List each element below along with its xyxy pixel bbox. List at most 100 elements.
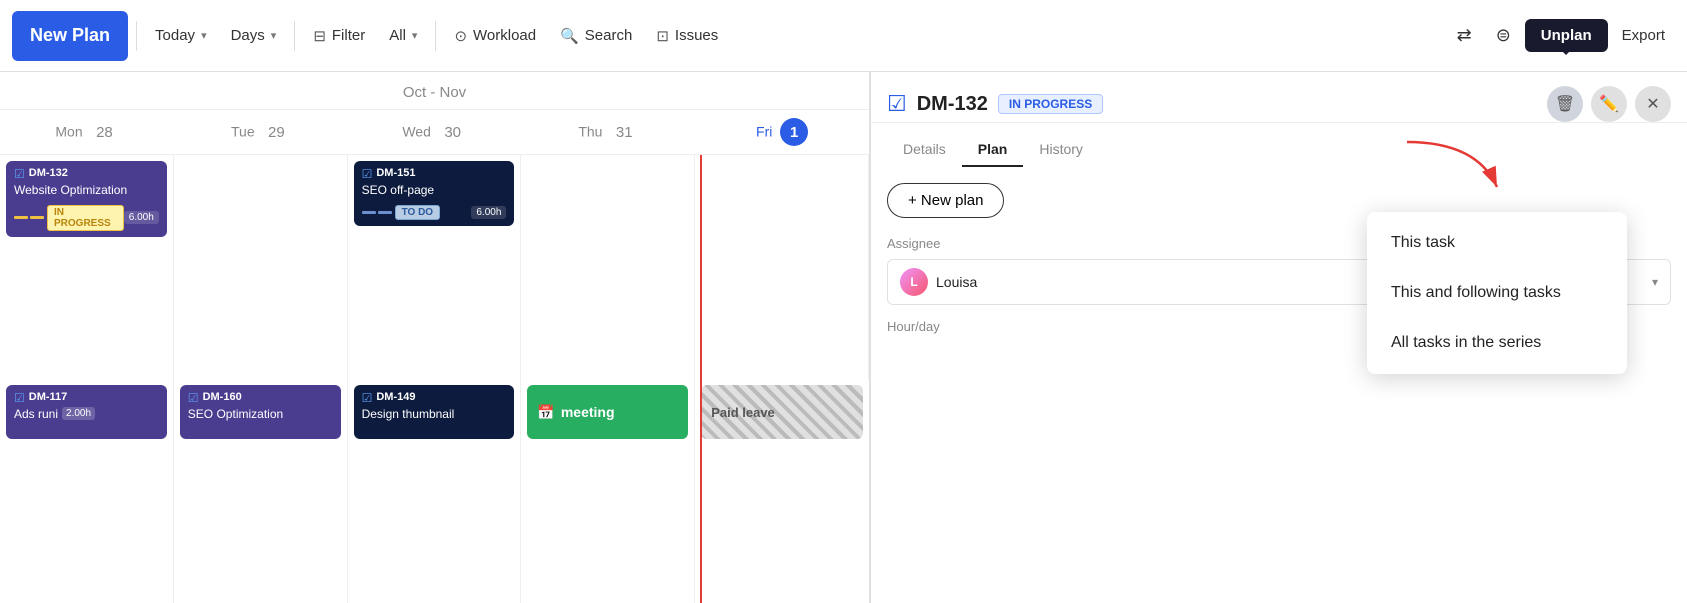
paid-leave-label: Paid leave (711, 405, 775, 420)
separator (435, 21, 436, 51)
workload-label: Workload (473, 27, 536, 44)
today-label: Today (155, 27, 195, 44)
new-plan-button-detail[interactable]: + New plan (887, 183, 1004, 218)
unplan-dropdown: This task This and following tasks All t… (1367, 212, 1627, 374)
task-id: DM-132 (29, 167, 68, 179)
day-col-fri-row2: Paid leave (695, 379, 869, 603)
month-header: Oct - Nov (0, 72, 869, 110)
today-button[interactable]: Today ▾ (145, 21, 217, 50)
task-id: DM-117 (29, 391, 68, 403)
task-title: SEO off-page (362, 183, 507, 199)
new-plan-button[interactable]: New Plan (12, 11, 128, 61)
task-id: DM-149 (376, 391, 415, 403)
detail-panel: ☑ DM-132 IN PROGRESS 🗑 ✏️ ✕ Details Plan… (870, 72, 1687, 603)
edit-button[interactable]: ✏️ (1591, 86, 1627, 122)
assignee-name: Louisa (936, 274, 977, 290)
task-header: ☑ DM-117 (14, 391, 159, 405)
day-col-wed-row1: ☑ DM-151 SEO off-page TO DO 6.00h (348, 155, 522, 379)
issues-label: Issues (675, 27, 718, 44)
today-line (700, 155, 702, 603)
close-button[interactable]: ✕ (1635, 86, 1671, 122)
settings-button[interactable]: ⊜ (1486, 19, 1521, 52)
task-header: ☑ DM-132 (14, 167, 159, 181)
dropdown-item-this-following[interactable]: This and following tasks (1367, 268, 1627, 318)
meeting-label: meeting (561, 404, 615, 420)
paid-leave-card[interactable]: Paid leave (701, 385, 863, 439)
task-title: Ads runi (14, 407, 58, 423)
badge-line (30, 216, 44, 219)
filter-label: Filter (332, 27, 365, 44)
all-label: All (389, 27, 406, 44)
export-button[interactable]: Export (1612, 21, 1675, 50)
day-header-mon: Mon 28 (0, 110, 174, 154)
chevron-down-icon: ▾ (412, 29, 418, 42)
delete-button[interactable]: 🗑 (1547, 86, 1583, 122)
task-card-dm132[interactable]: ☑ DM-132 Website Optimization IN PROGRES… (6, 161, 167, 237)
toolbar: New Plan Today ▾ Days ▾ ⊟ Filter All ▾ ⊙… (0, 0, 1687, 72)
calendar-body: ☑ DM-132 Website Optimization IN PROGRES… (0, 155, 869, 603)
day-header-thu: Thu 31 (521, 110, 695, 154)
search-icon: 🔍 (560, 27, 579, 45)
unplan-area: Unplan (1525, 19, 1608, 52)
badge-line (14, 216, 28, 219)
task-card-dm151[interactable]: ☑ DM-151 SEO off-page TO DO 6.00h (354, 161, 515, 226)
issues-button[interactable]: ⊡ Issues (646, 21, 728, 51)
badge-lines (14, 216, 44, 219)
day-label: Tue (231, 124, 255, 140)
tab-details[interactable]: Details (887, 133, 962, 167)
day-num: 28 (90, 118, 118, 146)
task-body: Ads runi 2.00h (14, 405, 159, 423)
separator (294, 21, 295, 51)
day-col-mon-row2: ☑ DM-117 Ads runi 2.00h (0, 379, 174, 603)
task-title: Website Optimization (14, 183, 159, 199)
chevron-down-icon: ▾ (201, 29, 207, 42)
badge-line (378, 211, 392, 214)
task-card-dm117[interactable]: ☑ DM-117 Ads runi 2.00h (6, 385, 167, 439)
tab-plan[interactable]: Plan (962, 133, 1024, 167)
meeting-card[interactable]: 📅 meeting (527, 385, 688, 439)
task-header: ☑ DM-149 (362, 391, 507, 405)
task-hours: 6.00h (124, 211, 159, 224)
calendar-panel: Oct - Nov Mon 28 Tue 29 Wed 30 Thu 31 Fr… (0, 72, 870, 603)
day-label: Thu (578, 124, 602, 140)
day-col-tue-row1 (174, 155, 348, 379)
issues-icon: ⊡ (656, 27, 669, 45)
task-hours: 6.00h (471, 206, 506, 219)
days-button[interactable]: Days ▾ (221, 21, 287, 50)
badge-area: IN PROGRESS (14, 205, 124, 231)
search-button[interactable]: 🔍 Search (550, 21, 642, 51)
separator (136, 21, 137, 51)
day-col-wed-row2: ☑ DM-149 Design thumbnail (348, 379, 522, 603)
task-header: ☑ DM-160 (188, 391, 333, 405)
search-label: Search (585, 27, 633, 44)
tab-history[interactable]: History (1023, 133, 1099, 167)
badge-lines (362, 211, 392, 214)
filter-button[interactable]: ⊟ Filter (303, 21, 375, 51)
dropdown-item-this-task[interactable]: This task (1367, 218, 1627, 268)
checkbox-icon: ☑ (14, 167, 25, 181)
header-actions: 🗑 ✏️ ✕ (1547, 86, 1671, 122)
task-card-dm160[interactable]: ☑ DM-160 SEO Optimization (180, 385, 341, 439)
day-header-tue: Tue 29 (174, 110, 348, 154)
task-title: Design thumbnail (362, 407, 507, 423)
task-card-dm149[interactable]: ☑ DM-149 Design thumbnail (354, 385, 515, 439)
dropdown-item-all-tasks[interactable]: All tasks in the series (1367, 318, 1627, 368)
calendar-icon: 📅 (537, 404, 554, 421)
day-col-mon: ☑ DM-132 Website Optimization IN PROGRES… (0, 155, 174, 379)
workload-button[interactable]: ⊙ Workload (444, 21, 546, 51)
all-button[interactable]: All ▾ (379, 21, 427, 50)
day-col-thu-row1 (521, 155, 695, 379)
sync-button[interactable]: ⇄ (1447, 19, 1482, 52)
day-num: 29 (262, 118, 290, 146)
checkbox-icon: ☑ (188, 391, 199, 405)
badge-area: TO DO (362, 205, 440, 220)
day-col-fri-row1 (695, 155, 869, 379)
task-header: ☑ DM-151 (362, 167, 507, 181)
checkbox-icon: ☑ (362, 391, 373, 405)
main-layout: Oct - Nov Mon 28 Tue 29 Wed 30 Thu 31 Fr… (0, 72, 1687, 603)
detail-task-id: DM-132 (917, 93, 988, 116)
assignee-info: L Louisa (900, 268, 977, 296)
day-header-wed: Wed 30 (348, 110, 522, 154)
day-col-thu-row2: 📅 meeting (521, 379, 695, 603)
export-label: Export (1622, 27, 1665, 44)
